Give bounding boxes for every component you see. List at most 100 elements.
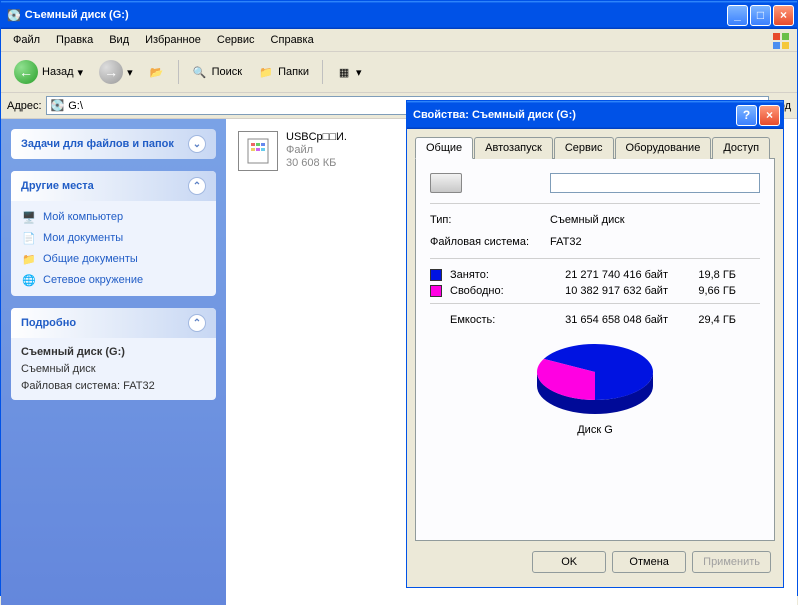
used-bytes: 21 271 740 416 байт [538,269,668,281]
used-color-icon [430,269,442,281]
sidebar-item-my-documents[interactable]: 📄 Мои документы [21,230,206,246]
address-value: G:\ [68,100,83,112]
folders-label: Папки [278,66,309,78]
up-button[interactable]: 📂 [142,60,172,84]
file-type: Файл [286,144,347,156]
sidebar-item-network[interactable]: 🌐 Сетевое окружение [21,272,206,288]
details-panel: Подробно ⌃ Съемный диск (G:) Съемный дис… [11,308,216,400]
chevron-down-icon: ▾ [78,66,84,79]
disk-label: Диск G [577,424,613,436]
chevron-down-icon: ⌄ [188,135,206,153]
network-icon: 🌐 [21,272,37,288]
item-label: Мои документы [43,232,123,244]
windows-flag-icon [771,31,791,51]
sidebar-item-my-computer[interactable]: 🖥️ Мой компьютер [21,209,206,225]
menu-help[interactable]: Справка [263,31,322,49]
fs-value: FAT32 [550,236,582,248]
tab-autorun[interactable]: Автозапуск [474,137,553,159]
file-icon [238,131,278,171]
folder-up-icon: 📂 [149,64,165,80]
back-label: Назад [42,66,74,78]
cap-bytes: 31 654 658 048 байт [538,314,668,326]
free-label: Свободно: [450,285,530,297]
menu-view[interactable]: Вид [101,31,137,49]
free-color-icon [430,285,442,297]
tab-service[interactable]: Сервис [554,137,614,159]
titlebar[interactable]: 💽Съемный диск (G:) _ □ × [1,1,797,29]
menu-edit[interactable]: Правка [48,31,101,49]
detail-fs: Файловая система: FAT32 [21,380,206,392]
search-label: Поиск [212,66,242,78]
back-arrow-icon: ← [14,60,38,84]
used-gb: 19,8 ГБ [676,269,736,281]
separator [178,60,179,84]
menubar: Файл Правка Вид Избранное Сервис Справка [1,29,797,52]
ok-button[interactable]: OK [532,551,606,573]
maximize-button[interactable]: □ [750,5,771,26]
toolbar: ← Назад ▾ → ▾ 📂 🔍 Поиск 📁 Папки ▦ ▾ [1,52,797,93]
tab-access[interactable]: Доступ [712,137,770,159]
details-title: Подробно [21,317,76,329]
forward-button[interactable]: → ▾ [92,56,140,88]
sidebar: Задачи для файлов и папок ⌄ Другие места… [1,119,226,605]
cancel-button[interactable]: Отмена [612,551,686,573]
chevron-up-icon: ⌃ [188,314,206,332]
computer-icon: 🖥️ [21,209,37,225]
menu-file[interactable]: Файл [5,31,48,49]
file-name: USBCp□□И. [286,131,347,143]
tab-content: Тип:Съемный диск Файловая система:FAT32 … [415,158,775,541]
separator [322,60,323,84]
item-label: Сетевое окружение [43,274,143,286]
used-label: Занято: [450,269,530,281]
tasks-header[interactable]: Задачи для файлов и папок ⌄ [11,129,216,159]
free-bytes: 10 382 917 632 байт [538,285,668,297]
chevron-down-icon: ▾ [127,66,133,79]
chevron-up-icon: ⌃ [188,177,206,195]
tasks-title: Задачи для файлов и папок [21,138,174,150]
props-titlebar[interactable]: Свойства: Съемный диск (G:) ? × [407,101,783,129]
tab-general[interactable]: Общие [415,137,473,159]
drive-icon [430,173,462,193]
places-header[interactable]: Другие места ⌃ [11,171,216,201]
apply-button[interactable]: Применить [692,551,771,573]
file-size: 30 608 КБ [286,157,347,169]
item-label: Мой компьютер [43,211,123,223]
address-label: Адрес: [7,100,42,112]
places-panel: Другие места ⌃ 🖥️ Мой компьютер 📄 Мои доку… [11,171,216,296]
type-label: Тип: [430,214,550,226]
details-header[interactable]: Подробно ⌃ [11,308,216,338]
fs-label: Файловая система: [430,236,550,248]
detail-type: Съемный диск [21,363,206,375]
documents-icon: 📄 [21,230,37,246]
search-button[interactable]: 🔍 Поиск [185,60,249,84]
type-value: Съемный диск [550,214,625,226]
folders-button[interactable]: 📁 Папки [251,60,316,84]
forward-arrow-icon: → [99,60,123,84]
free-gb: 9,66 ГБ [676,285,736,297]
menu-favorites[interactable]: Избранное [137,31,209,49]
help-button[interactable]: ? [736,105,757,126]
tabs: Общие Автозапуск Сервис Оборудование Дос… [415,137,775,159]
close-button[interactable]: × [773,5,794,26]
props-title: Свойства: Съемный диск (G:) [413,109,576,121]
item-label: Общие документы [43,253,138,265]
view-button[interactable]: ▦ ▾ [329,60,369,84]
menu-tools[interactable]: Сервис [209,31,263,49]
tasks-panel: Задачи для файлов и папок ⌄ [11,129,216,159]
back-button[interactable]: ← Назад ▾ [7,56,90,88]
search-icon: 🔍 [192,64,208,80]
detail-name: Съемный диск (G:) [21,346,206,358]
cap-gb: 29,4 ГБ [676,314,736,326]
minimize-button[interactable]: _ [727,5,748,26]
tab-hardware[interactable]: Оборудование [615,137,712,159]
close-button[interactable]: × [759,105,780,126]
drive-icon: 💽 [7,9,21,22]
cap-label: Емкость: [450,314,530,326]
sidebar-item-shared-documents[interactable]: 📁Общие документы [21,251,206,267]
disk-usage-pie-chart [525,338,665,418]
places-title: Другие места [21,180,94,192]
volume-name-input[interactable] [550,173,760,193]
chevron-down-icon: ▾ [356,66,362,79]
properties-window: Свойства: Съемный диск (G:) ? × Общие Ав… [406,100,784,588]
view-icon: ▦ [336,64,352,80]
